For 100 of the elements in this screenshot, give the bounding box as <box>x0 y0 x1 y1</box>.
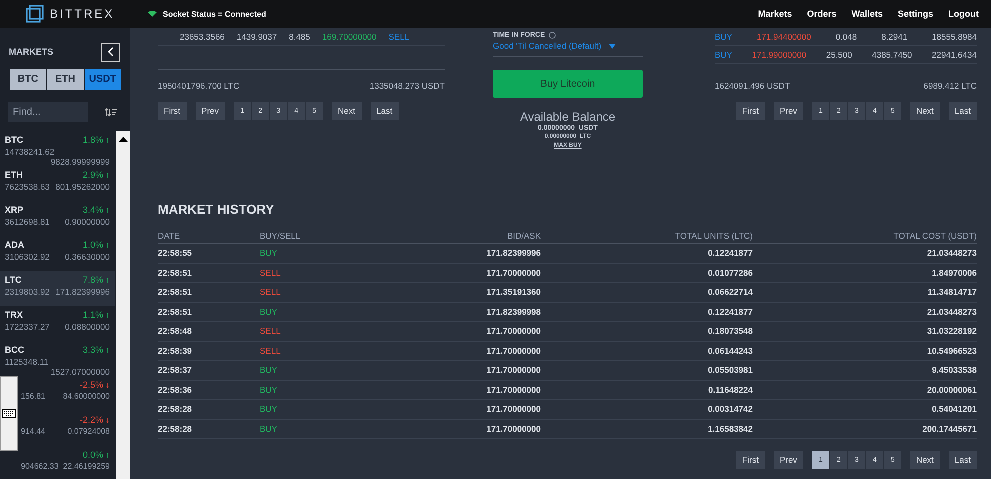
collapse-button[interactable] <box>101 42 120 62</box>
nav-link[interactable]: Logout <box>948 9 979 19</box>
market-volume: 914.44 <box>21 427 46 436</box>
table-cell-text: SELL <box>260 346 282 356</box>
market-volume: 3612698.81 <box>5 217 50 227</box>
table-cell-text: SELL <box>260 287 282 298</box>
market-row[interactable]: ADA 1.0% ↑ 3106302.92 0.36630000 <box>0 236 115 271</box>
sort-icon[interactable] <box>105 108 118 116</box>
table-cell-text: BUY <box>260 404 278 414</box>
book-total: 6989.412 LTC <box>924 81 977 91</box>
market-row[interactable]: 0.0% ↑ 904662.33 22.46199259 <box>0 446 115 479</box>
table-cell-text: 22:58:28 <box>158 404 194 414</box>
market-row[interactable]: LTC 7.8% ↑ 2319803.92 171.82399996 <box>0 271 115 306</box>
order-cell: 1439.9037 <box>236 32 278 42</box>
table-cell-text: 0.12241877 <box>707 248 753 258</box>
market-change: 1.1% <box>82 310 104 320</box>
balance-title: Available Balance <box>520 110 616 124</box>
section-title: MARKET HISTORY <box>158 202 276 217</box>
next-button[interactable]: Next <box>910 451 940 469</box>
scrollbar[interactable] <box>116 131 130 479</box>
market-change: 3.4% <box>82 205 104 215</box>
column-header: BID/ASK <box>506 231 541 241</box>
nav-link[interactable]: Orders <box>807 9 837 19</box>
order-price: 171.94400000 <box>756 32 812 42</box>
trend-arrow: ↑ <box>106 345 110 355</box>
table-cell-text: 0.06144243 <box>707 346 753 356</box>
market-volume: 2319803.92 <box>5 287 50 297</box>
table-cell-text: 10.54966523 <box>926 346 977 356</box>
table-cell-text: 0.01077286 <box>707 268 753 278</box>
trend-arrow: ↓ <box>106 415 110 425</box>
table-cell-text: 21.03448273 <box>926 306 977 317</box>
market-name: LTC <box>5 275 22 285</box>
market-row[interactable]: BTC 1.8% ↑ 14738241.62 9828.99999999 <box>0 131 115 166</box>
help-icon[interactable] <box>549 32 556 39</box>
market-row[interactable]: XRP 3.4% ↑ 3612698.81 0.90000000 <box>0 201 115 236</box>
wifi-icon <box>148 11 157 17</box>
table-cell-text: 22:58:48 <box>158 326 194 336</box>
market-volume: 1722337.27 <box>5 322 50 332</box>
market-name: ETH <box>5 170 23 180</box>
market-change: 1.8% <box>82 135 104 145</box>
market-change: 3.3% <box>82 345 104 355</box>
last-button[interactable]: Last <box>948 451 977 469</box>
market-tab[interactable]: ETH <box>47 69 84 90</box>
trend-arrow: ↑ <box>106 205 110 215</box>
market-name: ADA <box>5 240 24 250</box>
prev-button[interactable]: Prev <box>774 451 804 469</box>
order-cell: 4385.7450 <box>872 50 912 60</box>
table-cell-text: 0.18073548 <box>707 326 753 336</box>
market-volume: 904662.33 <box>21 462 59 471</box>
next-button[interactable]: Next <box>332 102 362 120</box>
market-price: 84.60000000 <box>63 392 110 401</box>
order-cell: 0.048 <box>836 32 858 42</box>
prev-button[interactable]: Prev <box>774 102 804 120</box>
order-side: BUY <box>715 50 732 60</box>
market-price: 0.90000000 <box>65 217 110 227</box>
nav-link[interactable]: Wallets <box>852 9 883 19</box>
market-volume: 7623538.63 <box>5 182 50 192</box>
first-button[interactable]: First <box>158 102 187 120</box>
table-cell-text: 0.11648224 <box>708 384 753 395</box>
trend-arrow: ↑ <box>106 275 110 285</box>
table-cell-text: 171.70000000 <box>486 268 541 278</box>
trend-arrow: ↑ <box>106 310 110 320</box>
first-button[interactable]: First <box>736 451 765 469</box>
trend-arrow: ↑ <box>106 450 110 460</box>
prev-button[interactable]: Prev <box>196 102 226 120</box>
market-price: 22.46199259 <box>63 462 110 471</box>
market-tab[interactable]: BTC <box>10 69 46 90</box>
nav-link[interactable]: Settings <box>898 9 934 19</box>
next-button[interactable]: Next <box>910 102 940 120</box>
table-cell-text: 0.12241877 <box>707 306 753 317</box>
table-cell-text: 171.35191360 <box>486 287 541 298</box>
table-cell-text: 171.70000000 <box>486 384 541 395</box>
buy-button[interactable]: Buy Litecoin <box>493 70 643 98</box>
keyboard-popup[interactable] <box>0 376 18 451</box>
table-cell-text: 22:58:51 <box>158 268 194 278</box>
table-cell-text: 171.70000000 <box>486 346 541 356</box>
market-change: 1.0% <box>82 240 104 250</box>
brand-name: BITTREX <box>50 7 115 21</box>
column-header: DATE <box>158 231 182 241</box>
last-button[interactable]: Last <box>370 102 399 120</box>
order-price: 169.70000000 <box>322 32 377 42</box>
time-in-force-dropdown[interactable]: Good 'Til Cancelled (Default) <box>493 39 643 57</box>
table-cell-text: 22:58:39 <box>158 346 194 356</box>
market-price: 171.82399996 <box>56 287 110 297</box>
search-field[interactable]: Find... <box>8 102 88 122</box>
keyboard-icon <box>2 409 16 418</box>
table-cell-text: 20.00000061 <box>926 384 977 395</box>
market-change: -2.2% <box>80 415 104 425</box>
nav-link[interactable]: Markets <box>758 9 792 19</box>
last-button[interactable]: Last <box>948 102 977 120</box>
table-cell-text: 31.03228192 <box>926 326 977 336</box>
market-row[interactable]: TRX 1.1% ↑ 1722337.27 0.08800000 <box>0 306 115 341</box>
first-button[interactable]: First <box>736 102 765 120</box>
market-change: 2.9% <box>82 170 104 180</box>
order-cell: 8.2941 <box>882 32 908 42</box>
market-row[interactable]: ETH 2.9% ↑ 7623538.63 801.95262000 <box>0 166 115 201</box>
market-row[interactable]: BCC 3.3% ↑ 1125348.11 1527.07000000 <box>0 341 115 376</box>
table-cell-text: 1.16583842 <box>707 424 753 434</box>
scroll-up-icon[interactable] <box>118 137 128 142</box>
market-tab[interactable]: USDT <box>84 69 121 90</box>
